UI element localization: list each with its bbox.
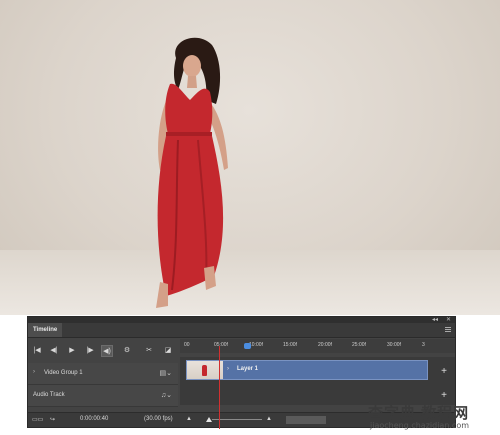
play-button[interactable]: ▶: [66, 345, 78, 357]
next-frame-button[interactable]: |▶: [84, 345, 96, 357]
ruler-tick: 25:00f: [352, 342, 366, 348]
dancer-figure: [156, 37, 228, 308]
first-frame-button[interactable]: |◀: [31, 345, 43, 357]
zoom-out-icon[interactable]: ▲: [186, 416, 192, 422]
split-scissors-icon[interactable]: ✂: [143, 345, 155, 357]
ruler-tick: 15:00f: [283, 342, 297, 348]
previous-frame-button[interactable]: ◀|: [48, 345, 60, 357]
zoom-in-icon[interactable]: ▲: [266, 416, 272, 422]
clip-expand-icon[interactable]: ›: [227, 366, 229, 372]
ruler-tick: 30:00f: [387, 342, 401, 348]
track-video-group[interactable]: › Video Group 1 ▤⌄: [28, 363, 178, 385]
frame-rate: (30.00 fps): [144, 416, 173, 422]
render-video-icon[interactable]: ↪: [50, 416, 55, 423]
horizontal-scrollbar[interactable]: [286, 416, 326, 424]
video-lane: › Layer 1 +: [180, 357, 455, 387]
track-audio[interactable]: Audio Track ♫⌄: [28, 385, 178, 407]
clip-thumbnail: [187, 361, 223, 379]
playhead-handle[interactable]: [244, 343, 251, 349]
ruler-tick: 3: [422, 342, 425, 348]
add-media-icon[interactable]: +: [441, 367, 447, 377]
transition-icon[interactable]: ◪: [162, 345, 174, 357]
frame-animation-icon[interactable]: ▭▭: [32, 416, 43, 423]
add-audio-icon[interactable]: +: [441, 391, 447, 401]
settings-gear-icon[interactable]: ⚙: [121, 345, 133, 357]
playhead-line[interactable]: [219, 346, 220, 429]
watermark-text: 查字典 教程网: [368, 405, 470, 422]
tab-timeline[interactable]: Timeline: [28, 323, 62, 337]
expand-track-icon[interactable]: ›: [33, 369, 35, 375]
video-clip[interactable]: › Layer 1: [186, 360, 428, 380]
watermark: 查字典 教程网 jiaocheng.chazidian.com: [368, 402, 500, 435]
current-timecode: 0:00:00:40: [80, 416, 109, 422]
tab-row: Timeline: [28, 323, 455, 338]
time-ruler[interactable]: 00 05:00f 10:00f 15:00f 20:00f 25:00f 30…: [180, 339, 455, 353]
collapse-panel-icon[interactable]: ◂◂: [432, 316, 438, 323]
clip-name: Layer 1: [237, 366, 259, 372]
ruler-tick: 20:00f: [318, 342, 332, 348]
track-label: Audio Track: [33, 392, 65, 398]
watermark-url: jiaocheng.chazidian.com: [370, 421, 470, 430]
film-icon[interactable]: ▤⌄: [160, 369, 172, 377]
ruler-tick: 05:00f: [214, 342, 228, 348]
panel-menu-icon[interactable]: [445, 327, 451, 332]
music-note-icon[interactable]: ♫⌄: [161, 391, 172, 399]
ruler-tick: 10:00f: [249, 342, 263, 348]
preview-photo: [0, 0, 500, 315]
ruler-tick: 00: [184, 342, 190, 348]
close-panel-icon[interactable]: ✕: [446, 316, 451, 323]
track-label: Video Group 1: [44, 370, 83, 376]
audio-mute-button[interactable]: ◀): [101, 345, 113, 357]
transport-controls: |◀ ◀| ▶ |▶ ◀) ⚙ ✂ ◪: [28, 339, 178, 363]
